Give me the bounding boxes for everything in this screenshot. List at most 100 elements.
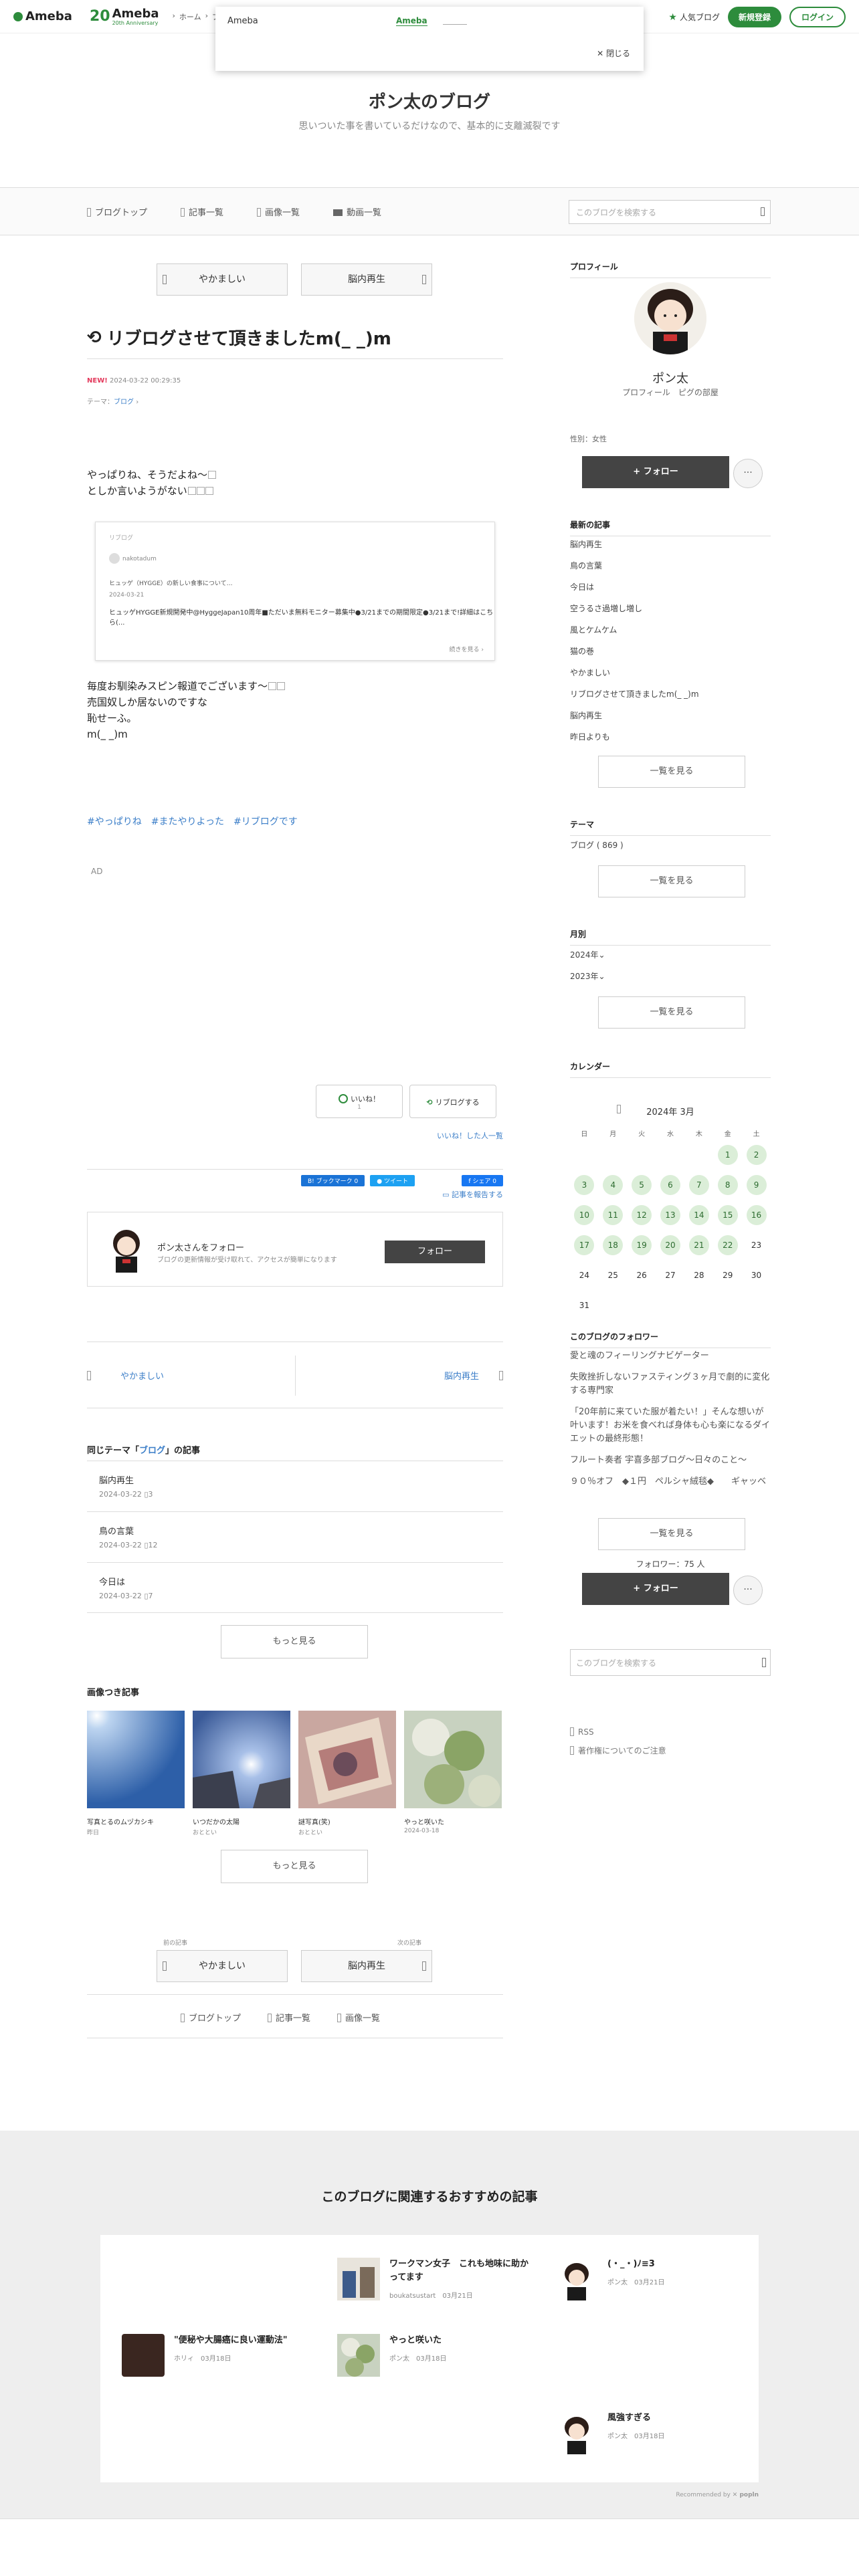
- recommend-item[interactable]: 風強すぎる ポン太 03月18日: [555, 2411, 743, 2454]
- nav-blog-top[interactable]: ブログトップ: [87, 205, 147, 218]
- search-icon[interactable]: [761, 207, 765, 216]
- bottom-nav-article-list[interactable]: 記事一覧: [268, 2011, 310, 2024]
- recent-item[interactable]: 昨日よりも: [570, 726, 771, 748]
- recent-item[interactable]: やかましい: [570, 662, 771, 683]
- like-button[interactable]: いいね！ 1: [316, 1085, 403, 1118]
- calendar-day[interactable]: 22: [717, 1235, 738, 1255]
- bottom-nav-image-list[interactable]: 画像一覧: [337, 2011, 380, 2024]
- recommend-item[interactable]: やっと咲いた ポン太 03月18日: [337, 2334, 531, 2377]
- monthly-see-list-button[interactable]: 一覧を見る: [598, 996, 745, 1029]
- recent-item[interactable]: 鳥の言葉: [570, 555, 771, 576]
- copyright-link[interactable]: 著作権についてのご注意: [570, 1741, 666, 1760]
- popin-logo[interactable]: ✕ popln: [733, 2492, 759, 2498]
- calendar-day[interactable]: 15: [717, 1205, 738, 1225]
- image-post[interactable]: やっと咲いた 2024-03-18: [404, 1711, 502, 1836]
- list-item[interactable]: 今日は 2024-03-22 ▯7: [87, 1562, 503, 1613]
- report-link[interactable]: ▭ 記事を報告する: [442, 1189, 503, 1200]
- month-item[interactable]: 2023年⌄: [570, 966, 771, 987]
- profile-link[interactable]: プロフィール: [622, 388, 670, 397]
- calendar-day[interactable]: 16: [746, 1205, 767, 1225]
- calendar-day[interactable]: 5: [632, 1175, 652, 1195]
- follower-item[interactable]: 「20年前に来ていた服が着たい！」そんな想いが叶います！お米を食べれば身体も心も…: [570, 1406, 771, 1446]
- search-icon[interactable]: [762, 1658, 766, 1667]
- image-posts-more-button[interactable]: もっと見る: [221, 1850, 368, 1883]
- follower-item[interactable]: 愛と魂のフィーリングナビゲーター: [570, 1350, 771, 1363]
- chevron-left-icon[interactable]: [617, 1105, 621, 1113]
- list-item[interactable]: 鳥の言葉 2024-03-22 ▯12: [87, 1511, 503, 1562]
- liked-users-link[interactable]: いいね！した人一覧: [437, 1130, 503, 1141]
- reblog-embed-card[interactable]: リブログ nakotadum ヒュッゲ（HYGGE）の新しい食事について… 20…: [95, 522, 495, 661]
- recent-item[interactable]: 空うるさ過増し増し: [570, 598, 771, 619]
- next-article-button[interactable]: 脳内再生: [301, 263, 432, 296]
- recent-item[interactable]: 今日は: [570, 576, 771, 598]
- breadcrumb-home[interactable]: ホーム: [179, 11, 201, 22]
- calendar-day[interactable]: 20: [660, 1235, 680, 1255]
- calendar-day[interactable]: 2: [746, 1145, 767, 1165]
- sidebar-search-input[interactable]: このブログを検索する: [570, 1649, 771, 1676]
- blog-title[interactable]: ポン太のブログ: [0, 88, 859, 113]
- calendar-day[interactable]: 6: [660, 1175, 680, 1195]
- follower-item[interactable]: フルート奏者 宇喜多部ブログ〜日々のこと〜: [570, 1454, 771, 1467]
- recent-item[interactable]: 猫の巻: [570, 641, 771, 662]
- anniversary-logo[interactable]: 20 Ameba 20th Anniversary: [90, 7, 159, 26]
- nav-video-list[interactable]: 動画一覧: [333, 205, 381, 218]
- calendar-day[interactable]: 19: [632, 1235, 652, 1255]
- theme-see-list-button[interactable]: 一覧を見る: [598, 865, 745, 897]
- next-link[interactable]: 脳内再生: [444, 1369, 503, 1382]
- more-options-button[interactable]: ···: [733, 459, 763, 488]
- nav-article-list[interactable]: 記事一覧: [181, 205, 223, 218]
- theme-link[interactable]: ブログ: [114, 399, 134, 406]
- hashtag-link[interactable]: #またやりよった: [151, 815, 224, 828]
- avatar[interactable]: [634, 282, 706, 354]
- nav-image-list[interactable]: 画像一覧: [257, 205, 300, 218]
- follow-box-button[interactable]: フォロー: [385, 1241, 485, 1263]
- image-post[interactable]: いつだかの太陽 おととい: [193, 1711, 290, 1836]
- sidebar-follow-button-2[interactable]: + フォロー: [582, 1573, 729, 1605]
- prev-link[interactable]: やかましい: [87, 1369, 164, 1382]
- bottom-nav-blog-top[interactable]: ブログトップ: [181, 2011, 241, 2024]
- calendar-day[interactable]: 11: [603, 1205, 624, 1225]
- signup-button[interactable]: 新規登録: [727, 7, 781, 27]
- calendar-day[interactable]: 3: [574, 1175, 595, 1195]
- hashtag-link[interactable]: #リブログです: [233, 815, 298, 828]
- facebook-share-button[interactable]: f シェア 0: [462, 1175, 503, 1186]
- recent-see-list-button[interactable]: 一覧を見る: [598, 756, 745, 788]
- profile-name[interactable]: ポン太: [570, 369, 771, 387]
- same-theme-more-button[interactable]: もっと見る: [221, 1625, 368, 1658]
- same-theme-link[interactable]: ブログ: [139, 1446, 165, 1456]
- next-article-button[interactable]: 脳内再生: [301, 1950, 432, 1982]
- calendar-day[interactable]: 21: [688, 1235, 709, 1255]
- embed-more-link[interactable]: 続きを見る ›: [450, 645, 484, 653]
- rss-link[interactable]: RSS: [570, 1723, 666, 1741]
- image-post[interactable]: 写真とるのムヅカシキ 昨日: [87, 1711, 185, 1836]
- recent-item[interactable]: 風とケムケム: [570, 619, 771, 641]
- prev-article-button[interactable]: やかましい: [157, 263, 288, 296]
- calendar-day[interactable]: 9: [746, 1175, 767, 1195]
- followers-see-list-button[interactable]: 一覧を見る: [598, 1518, 745, 1550]
- month-item[interactable]: 2024年⌄: [570, 944, 771, 966]
- list-item[interactable]: 脳内再生 2024-03-22 ▯3: [87, 1461, 503, 1511]
- prev-article-button[interactable]: やかましい: [157, 1950, 288, 1982]
- popup-link[interactable]: Ameba: [396, 16, 427, 26]
- hatena-bookmark-button[interactable]: B! ブックマーク 0: [301, 1175, 365, 1186]
- calendar-day[interactable]: 4: [603, 1175, 624, 1195]
- sidebar-follow-button[interactable]: + フォロー: [582, 456, 729, 488]
- recommend-item[interactable]: ワークマン女子 これも地味に助かってます boukatsustart 03月21日: [337, 2258, 531, 2300]
- more-options-button-2[interactable]: ···: [733, 1576, 763, 1605]
- follower-item[interactable]: ９０％オフ ◆１円 ペルシャ絨毯◆ ギャッベ: [570, 1475, 771, 1489]
- follower-item[interactable]: 失敗挫折しないファスティング３ヶ月で劇的に変化する専門家: [570, 1371, 771, 1398]
- recommend-item[interactable]: "便秘や大腸癌に良い運動法" ホリィ 03月18日: [122, 2334, 316, 2377]
- calendar-day[interactable]: 17: [574, 1235, 595, 1255]
- calendar-day[interactable]: 10: [574, 1205, 595, 1225]
- calendar-day[interactable]: 1: [717, 1145, 738, 1165]
- recommend-item[interactable]: (・_・)ﾉ≡3 ポン太 03月21日: [555, 2258, 743, 2300]
- popular-blog-link[interactable]: ★ 人気ブログ: [668, 11, 720, 23]
- pigg-room-link[interactable]: ピグの部屋: [678, 388, 719, 397]
- calendar-day[interactable]: 13: [660, 1205, 680, 1225]
- calendar-day[interactable]: 14: [688, 1205, 709, 1225]
- popup-close-button[interactable]: ✕ 閉じる: [597, 47, 630, 59]
- hashtag-link[interactable]: #やっぱりね: [87, 815, 142, 828]
- recent-item[interactable]: 脳内再生: [570, 705, 771, 726]
- recent-item[interactable]: 脳内再生: [570, 534, 771, 555]
- ameba-logo[interactable]: Ameba: [13, 9, 72, 23]
